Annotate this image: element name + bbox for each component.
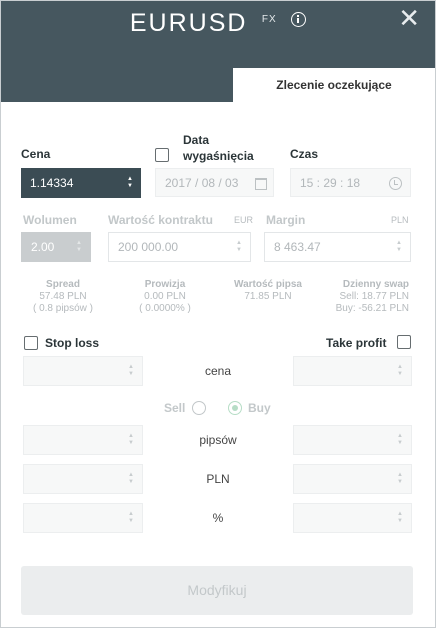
time-value: 15 : 29 : 18 [300,175,361,190]
expiry-label-line2: wygaśnięcia [183,149,254,163]
take-profit-amount-input[interactable]: ▲ ▼ [293,464,412,494]
stop-loss-price-input[interactable]: ▲ ▼ [23,356,143,386]
volume-stepper[interactable]: ▲ ▼ [76,240,82,254]
pip-value-stat: Wartość pipsa 71.85 PLN [223,279,313,303]
percent-row-label: % [212,511,224,525]
market-tag: FX [261,13,277,25]
expiry-label-line1: Data [183,133,210,147]
swap-sell: Sell: 18.77 PLN [339,291,410,302]
margin-value: 8 463.47 [274,240,321,254]
contract-value: 200 000.00 [118,240,179,254]
time-field[interactable]: 15 : 29 : 18 [290,168,411,197]
info-icon[interactable] [291,11,307,27]
calendar-icon [255,178,267,190]
sell-radio[interactable] [192,401,206,415]
commission-value: 0.00 PLN [144,291,186,302]
modify-button[interactable]: Modyfikuj [21,566,413,615]
stop-loss-percent-input[interactable]: ▲ ▼ [23,503,143,533]
expiry-date-field[interactable]: 2017 / 08 / 03 [155,168,274,197]
price-row-label: cena [204,364,232,378]
stop-loss-price-stepper[interactable]: ▲ ▼ [128,364,134,378]
margin-stepper: ▲ ▼ [396,240,402,253]
stop-loss-amount-stepper[interactable]: ▲ ▼ [128,472,134,486]
contract-stepper: ▲ ▼ [236,240,242,253]
pips-row-label: pipsów [199,433,237,447]
commission-percent: ( 0.0000% ) [139,303,191,314]
clock-icon [389,177,402,190]
tab-pending-order[interactable]: Zlecenie oczekujące [233,68,435,103]
price-label: Cena [21,147,51,161]
swap-title: Dzienny swap [342,279,409,290]
expiry-label: Data wygaśnięcia [183,132,254,164]
take-profit-pips-input[interactable]: ▲ ▼ [293,425,412,455]
sell-label: Sell [164,401,186,415]
take-profit-checkbox[interactable] [397,335,411,349]
take-profit-percent-input[interactable]: ▲ ▼ [293,503,412,533]
spread-pips: ( 0.8 pipsów ) [32,303,94,314]
pip-value-title: Wartość pipsa [234,279,302,290]
time-label: Czas [290,147,319,161]
order-dialog: EURUSD FX ✕ Zlecenie oczekujące Cena 1.1… [0,0,436,628]
spread-stat: Spread 57.48 PLN ( 0.8 pipsów ) [23,279,103,315]
stop-loss-label[interactable]: Stop loss [45,336,99,350]
take-profit-price-input[interactable]: ▲ ▼ [293,356,412,386]
currency-row-label: PLN [206,472,230,486]
swap-stat: Dzienny swap Sell: 18.77 PLN Buy: -56.21… [319,279,409,315]
expiry-checkbox[interactable] [155,148,169,162]
margin-label: Margin [266,213,306,227]
take-profit-price-stepper[interactable]: ▲ ▼ [397,364,403,378]
volume-input[interactable]: 2.00 ▲ ▼ [21,232,91,262]
price-input[interactable]: 1.14334 ▲ ▼ [21,168,141,198]
symbol-title: EURUSD [129,9,248,37]
volume-label: Wolumen [23,213,77,227]
take-profit-label[interactable]: Take profit [326,336,386,350]
stop-loss-checkbox[interactable] [24,336,38,350]
spread-value: 57.48 PLN [39,291,87,302]
stop-loss-percent-stepper[interactable]: ▲ ▼ [128,511,134,525]
price-value: 1.14334 [30,176,74,190]
price-stepper[interactable]: ▲ ▼ [127,176,133,190]
commission-stat: Prowizja 0.00 PLN ( 0.0000% ) [125,279,205,315]
stop-loss-pips-stepper[interactable]: ▲ ▼ [128,433,134,447]
stop-loss-pips-input[interactable]: ▲ ▼ [23,425,143,455]
buy-label: Buy [248,401,271,415]
close-icon[interactable]: ✕ [398,5,420,31]
expiry-date-value: 2017 / 08 / 03 [165,175,239,190]
margin-field: 8 463.47 ▲ ▼ [264,232,411,262]
spread-title: Spread [46,279,80,290]
take-profit-pips-stepper[interactable]: ▲ ▼ [397,433,403,447]
title-bar: EURUSD FX [1,9,435,38]
buy-radio[interactable] [228,401,242,415]
stop-loss-amount-input[interactable]: ▲ ▼ [23,464,143,494]
contract-value-field: 200 000.00 ▲ ▼ [108,232,251,262]
swap-buy: Buy: -56.21 PLN [335,303,409,314]
contract-label: Wartość kontraktu [108,213,213,227]
take-profit-amount-stepper[interactable]: ▲ ▼ [397,472,403,486]
contract-currency: EUR [234,215,254,225]
volume-value: 2.00 [31,240,55,254]
margin-currency: PLN [391,215,409,225]
commission-title: Prowizja [144,279,186,290]
take-profit-percent-stepper[interactable]: ▲ ▼ [397,511,403,525]
pip-value: 71.85 PLN [244,291,292,302]
